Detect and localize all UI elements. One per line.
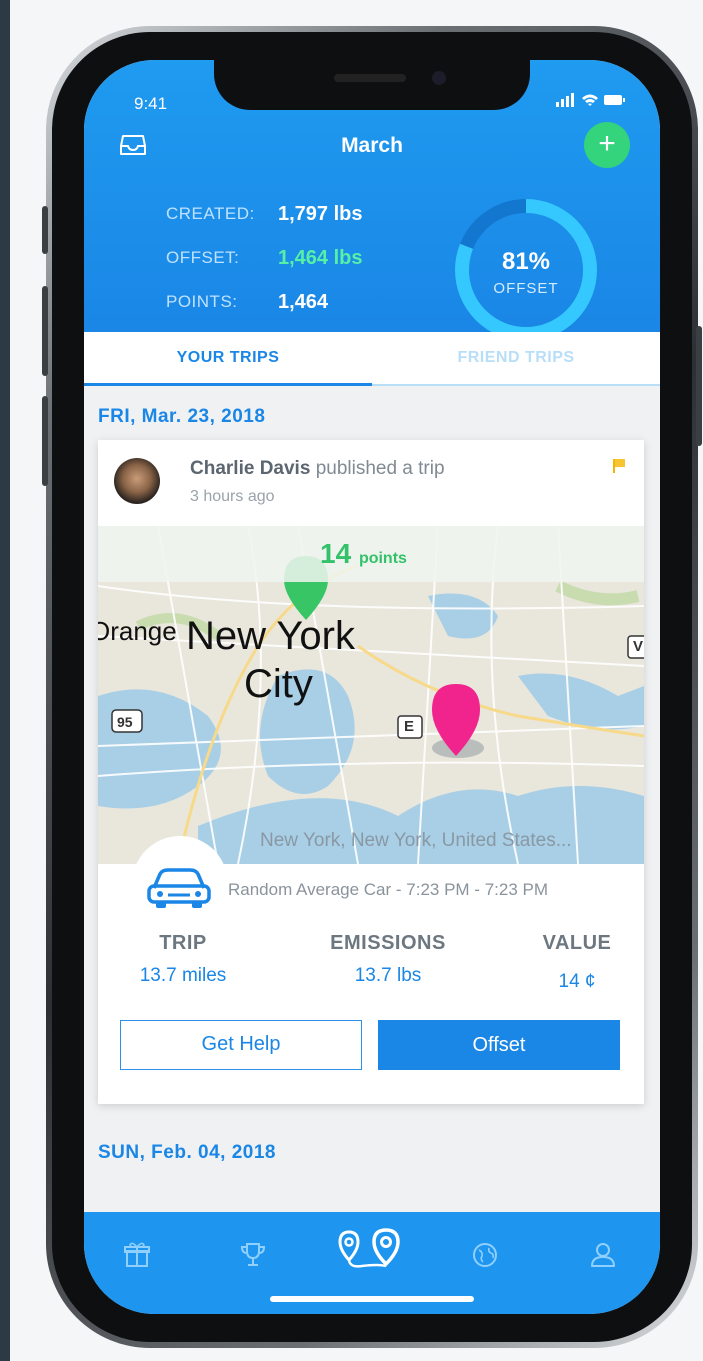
metric-label: TRIP bbox=[159, 932, 207, 954]
side-button-power bbox=[696, 326, 702, 446]
metric-value: 13.7 lbs bbox=[354, 965, 422, 986]
stat-label: CREATED: bbox=[166, 204, 255, 223]
offset-progress-ring: 81% OFFSET bbox=[452, 196, 600, 344]
metric-label: EMISSIONS bbox=[330, 932, 446, 954]
post-time: 3 hours ago bbox=[190, 488, 275, 505]
map-label-highway: 95 bbox=[117, 714, 133, 730]
metric-emissions: EMISSIONS 13.7 lbs bbox=[298, 932, 478, 987]
globe-icon[interactable] bbox=[470, 1240, 500, 1270]
points-earned: 14 points bbox=[320, 538, 407, 570]
side-button-volume-down bbox=[42, 396, 48, 486]
metric-trip: TRIP 13.7 miles bbox=[118, 932, 248, 987]
metric-value: 14 ¢ bbox=[558, 971, 596, 992]
map-label-exit: E bbox=[404, 718, 415, 735]
tab-your-trips[interactable]: YOUR TRIPS bbox=[84, 332, 372, 386]
vehicle-info: Random Average Car - 7:23 PM - 7:23 PM bbox=[228, 880, 549, 899]
stats-list: CREATED: 1,797 lbs OFFSET: 1,464 lbs POI… bbox=[166, 192, 363, 324]
map-label-left: Orange bbox=[98, 616, 177, 646]
map-label-city-line2: City bbox=[244, 662, 313, 706]
side-button-mute bbox=[42, 206, 48, 254]
plus-icon: + bbox=[598, 127, 616, 160]
gift-icon[interactable] bbox=[122, 1240, 152, 1270]
stat-offset: OFFSET: 1,464 lbs bbox=[166, 236, 363, 280]
month-title[interactable]: March bbox=[84, 134, 660, 158]
front-camera bbox=[432, 71, 446, 85]
ring-percent: 81% bbox=[501, 248, 551, 275]
speaker bbox=[334, 74, 406, 82]
stat-points: POINTS: 1,464 bbox=[166, 280, 363, 324]
map-label-city-line1: New York bbox=[186, 614, 355, 658]
signal-wifi-battery-icon bbox=[556, 93, 625, 107]
notch bbox=[214, 60, 530, 110]
active-tab-indicator bbox=[84, 383, 372, 386]
trip-tabs: YOUR TRIPS FRIEND TRIPS bbox=[84, 332, 660, 386]
phone-screen: 9:41 March + CREATED: 1,797 lbs OFFSET: bbox=[84, 60, 660, 1314]
post-headline: Charlie Davis published a trip bbox=[190, 458, 445, 480]
avatar[interactable] bbox=[114, 458, 160, 504]
metric-value: 13.7 miles bbox=[139, 965, 227, 986]
stat-label: OFFSET: bbox=[166, 248, 240, 267]
home-indicator[interactable] bbox=[270, 1296, 474, 1302]
metric-label: VALUE bbox=[542, 932, 612, 954]
map-caption: New York, New York, United States... bbox=[260, 830, 572, 851]
trip-map[interactable]: 14 points Orange New York City 95 E V Ne… bbox=[98, 526, 644, 864]
side-button-volume-up bbox=[42, 286, 48, 376]
profile-icon[interactable] bbox=[588, 1240, 618, 1270]
stat-label: POINTS: bbox=[166, 292, 238, 311]
user-name[interactable]: Charlie Davis bbox=[190, 458, 310, 479]
stat-value: 1,797 lbs bbox=[278, 202, 363, 225]
map-label-right: V bbox=[633, 638, 644, 655]
trophy-icon[interactable] bbox=[238, 1240, 268, 1270]
route-icon[interactable] bbox=[334, 1228, 404, 1272]
points-unit: points bbox=[358, 550, 407, 567]
tab-friend-trips[interactable]: FRIEND TRIPS bbox=[372, 332, 660, 386]
section-date: SUN, Feb. 04, 2018 bbox=[98, 1142, 276, 1163]
status-icons bbox=[556, 92, 626, 111]
stat-value: 1,464 lbs bbox=[278, 246, 363, 269]
offset-button[interactable]: Offset bbox=[378, 1020, 620, 1070]
add-trip-button[interactable]: + bbox=[584, 122, 630, 168]
car-icon bbox=[147, 868, 211, 908]
section-date: FRI, Mar. 23, 2018 bbox=[98, 406, 266, 427]
metric-value-cost: VALUE 14 ¢ bbox=[522, 932, 632, 993]
tab-divider bbox=[372, 384, 660, 386]
stat-value: 1,464 bbox=[278, 290, 329, 313]
stat-created: CREATED: 1,797 lbs bbox=[166, 192, 363, 236]
trip-card[interactable]: Charlie Davis published a trip 3 hours a… bbox=[98, 440, 644, 1104]
points-value: 14 bbox=[320, 538, 352, 569]
get-help-button[interactable]: Get Help bbox=[120, 1020, 362, 1070]
ring-label: OFFSET bbox=[493, 280, 559, 297]
ring-text: 81% OFFSET bbox=[452, 248, 600, 297]
status-time: 9:41 bbox=[134, 94, 168, 113]
flag-icon[interactable] bbox=[612, 458, 626, 474]
post-action: published a trip bbox=[315, 458, 445, 479]
